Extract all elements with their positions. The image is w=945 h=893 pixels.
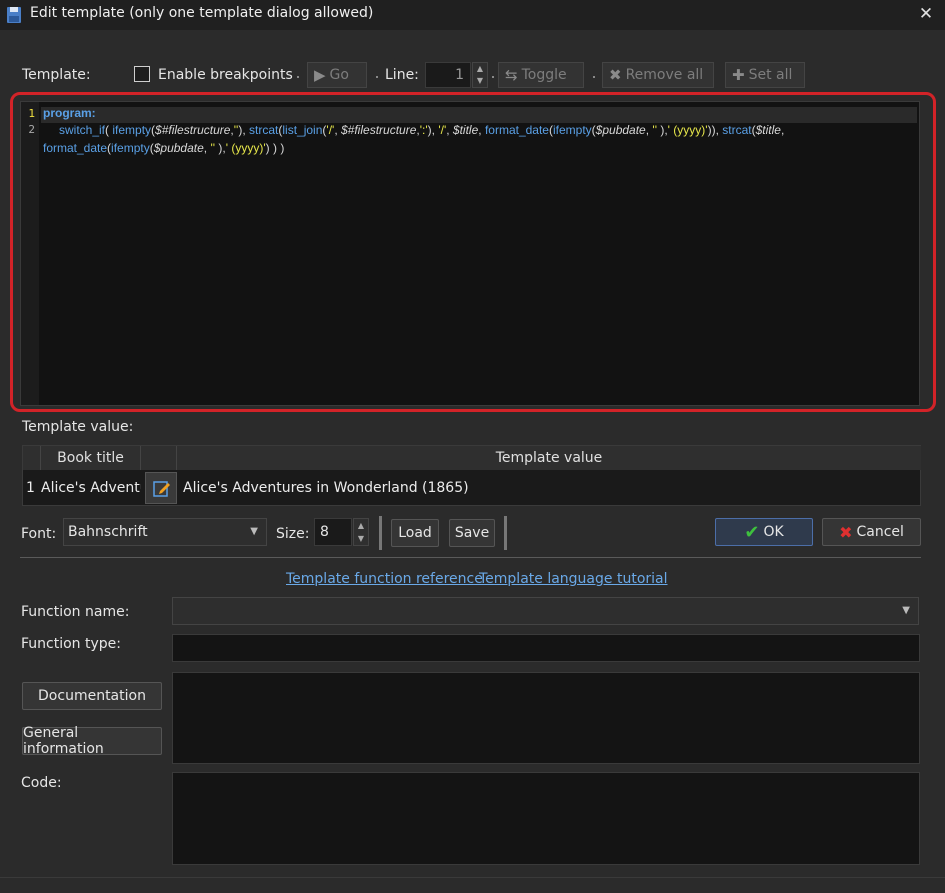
edit-value-button[interactable]	[145, 472, 177, 504]
code-token: list_join	[282, 123, 323, 137]
toggle-icon: ⇆	[505, 66, 518, 84]
save-disk-icon	[7, 7, 21, 23]
chevron-down-icon: ▼	[250, 526, 258, 537]
toggle-button[interactable]: ⇆ Toggle	[498, 62, 584, 88]
code-token: ,	[334, 123, 341, 137]
font-label: Font:	[21, 526, 57, 542]
code-token: strcat	[722, 123, 752, 137]
line-number: 1	[28, 107, 35, 120]
template-value-table: Book title Template value 1 Alice's Adve…	[22, 445, 921, 506]
go-button[interactable]: ▶ Go	[307, 62, 367, 88]
load-button[interactable]: Load	[391, 519, 439, 547]
general-information-button[interactable]: General information	[22, 725, 162, 757]
template-value-label: Template value:	[22, 419, 134, 435]
bottom-divider	[0, 877, 945, 878]
remove-x-icon: ✖	[609, 66, 622, 84]
book-title-cell: Alice's Adventures in Wonderland	[41, 480, 141, 496]
code-token: ),	[215, 141, 226, 155]
ok-button[interactable]: ✔ OK	[715, 518, 813, 546]
documentation-field[interactable]	[172, 672, 920, 764]
column-header-book-title[interactable]: Book title	[41, 446, 141, 470]
function-name-label: Function name:	[21, 604, 130, 620]
code-token: ) ) )	[265, 141, 285, 155]
size-label: Size:	[276, 526, 310, 542]
font-size-stepper[interactable]: ▲ ▼	[353, 518, 369, 546]
play-icon: ▶	[314, 66, 326, 84]
current-line-highlight	[41, 107, 917, 123]
code-token: )),	[707, 123, 723, 137]
enable-breakpoints-checkbox[interactable]	[134, 66, 150, 82]
code-token: ,	[478, 123, 485, 137]
code-token: ifempty	[552, 123, 592, 137]
code-token: switch_if	[59, 123, 106, 137]
code-token: ),	[657, 123, 668, 137]
table-corner	[23, 446, 41, 470]
code-token: $pubdate	[595, 123, 646, 137]
enable-breakpoints-label: Enable breakpoints	[158, 67, 293, 83]
remove-all-button[interactable]: ✖ Remove all	[602, 62, 714, 88]
title-bar: Edit template (only one template dialog …	[0, 0, 945, 30]
column-header-template-value[interactable]: Template value	[177, 446, 921, 470]
plus-icon: ✚	[732, 66, 745, 84]
font-select[interactable]: Bahnschrift ▼	[63, 518, 267, 546]
toolbar-separator	[593, 76, 595, 78]
toolbar-separator	[376, 76, 378, 78]
line-number-stepper[interactable]: ▲ ▼	[472, 62, 488, 88]
template-editor[interactable]: 1 2 program: switch_if( ifempty($#filest…	[20, 101, 920, 406]
splitter-handle[interactable]	[379, 516, 382, 550]
divider	[20, 557, 921, 558]
code-token: ,	[446, 123, 453, 137]
splitter-handle[interactable]	[504, 516, 507, 550]
code-token: $title	[755, 123, 781, 137]
cancel-x-icon: ✖	[839, 522, 853, 542]
font-size-input[interactable]: 8	[314, 518, 352, 546]
check-icon: ✔	[744, 521, 760, 543]
code-token: $pubdate	[153, 141, 204, 155]
edit-pencil-icon	[153, 481, 170, 497]
code-token: format_date	[43, 141, 108, 155]
code-token: $#filestructure	[341, 123, 417, 137]
code-token: $#filestructure	[155, 123, 231, 137]
template-function-reference-link[interactable]: Template function reference	[286, 571, 483, 587]
code-field[interactable]	[172, 772, 920, 865]
code-line-1: program:	[43, 106, 96, 120]
code-label: Code:	[21, 775, 62, 791]
code-token: ),	[427, 123, 439, 137]
table-row[interactable]: 1 Alice's Adventures in Wonderland Alice…	[23, 471, 920, 506]
template-label: Template:	[22, 67, 91, 83]
code-token: ifempty	[112, 123, 152, 137]
line-number-gutter	[21, 102, 39, 405]
cancel-button[interactable]: ✖ Cancel	[822, 518, 921, 546]
line-number: 2	[28, 123, 35, 136]
template-value-cell: Alice's Adventures in Wonderland (1865)	[183, 480, 469, 496]
column-header-blank	[141, 446, 177, 470]
code-line-2: switch_if( ifempty($#filestructure,''), …	[59, 122, 784, 139]
toolbar-separator	[297, 76, 299, 78]
code-token: format_date	[484, 123, 549, 137]
line-label: Line:	[385, 67, 419, 83]
code-line-2-wrap: format_date(ifempty($pubdate, '' ),' (yy…	[43, 140, 284, 157]
documentation-button[interactable]: Documentation	[22, 682, 162, 710]
chevron-down-icon: ▼	[902, 605, 910, 616]
window-title: Edit template (only one template dialog …	[30, 5, 374, 21]
code-token: ),	[238, 123, 250, 137]
function-name-select[interactable]: ▼	[172, 597, 919, 625]
code-token: strcat	[249, 123, 279, 137]
toolbar-separator	[492, 76, 494, 78]
row-index: 1	[26, 480, 35, 496]
set-all-button[interactable]: ✚ Set all	[725, 62, 805, 88]
template-language-tutorial-link[interactable]: Template language tutorial	[479, 571, 668, 587]
line-number-input[interactable]: 1	[425, 62, 471, 88]
code-token: ,	[780, 123, 785, 137]
function-type-label: Function type:	[21, 636, 121, 652]
close-icon[interactable]: ✕	[915, 3, 937, 25]
code-token: ' (yyyy)'	[225, 141, 266, 155]
code-token: ' (yyyy)'	[667, 123, 708, 137]
function-type-field	[172, 634, 920, 662]
code-token: $title	[452, 123, 479, 137]
code-token: ifempty	[111, 141, 150, 155]
code-token: ':'	[419, 123, 428, 137]
save-button[interactable]: Save	[449, 519, 495, 547]
